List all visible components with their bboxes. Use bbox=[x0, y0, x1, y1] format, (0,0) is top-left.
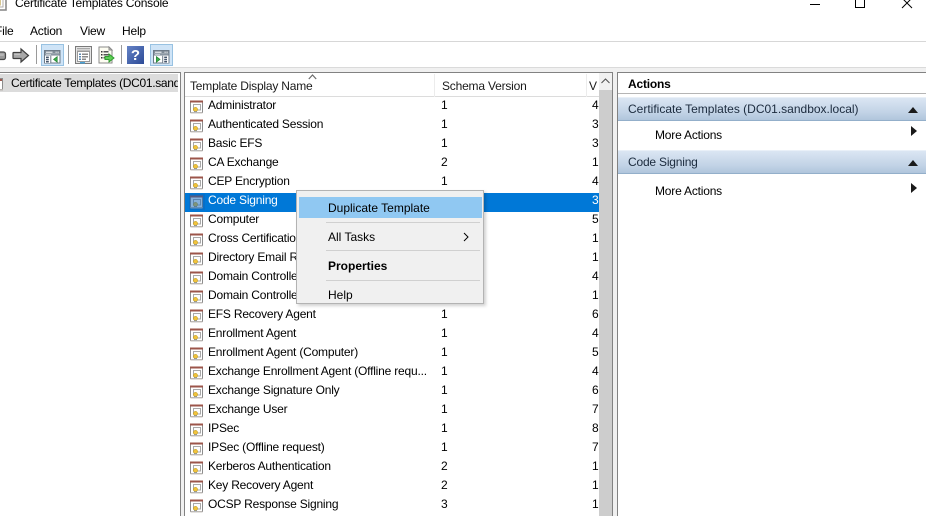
svg-text:?: ? bbox=[131, 47, 140, 64]
